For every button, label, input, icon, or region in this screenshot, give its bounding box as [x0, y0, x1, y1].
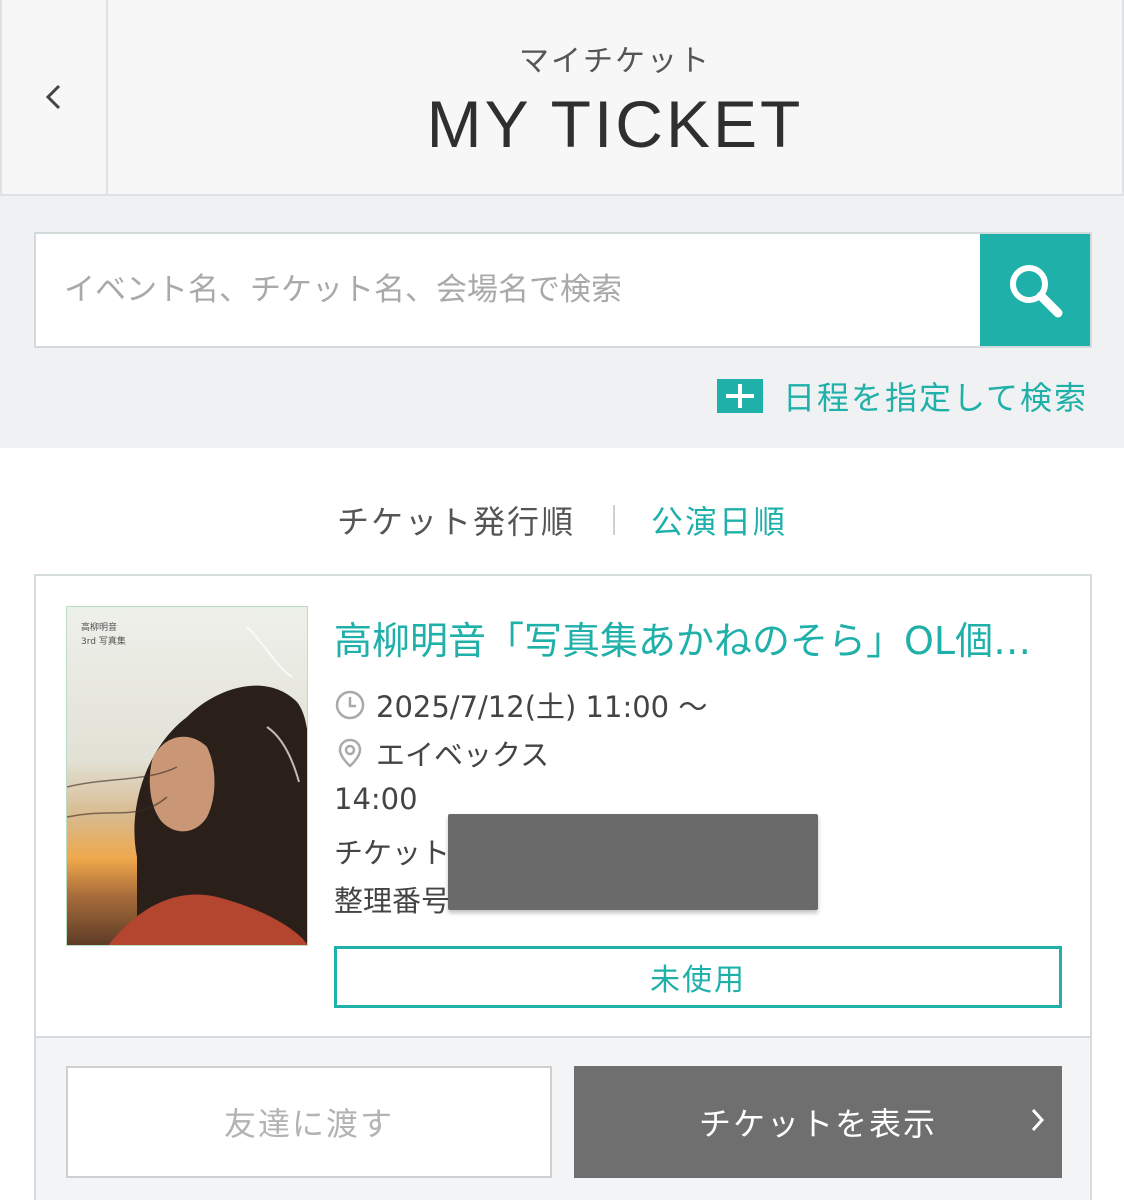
cover-photo — [67, 607, 307, 945]
time-slot: 14:00 — [334, 782, 418, 816]
cover-caption: 高柳明音 3rd 写真集 — [81, 621, 126, 649]
show-ticket-button[interactable]: チケットを表示 — [574, 1066, 1062, 1178]
ticket-card: 高柳明音 3rd 写真集 高柳明音「写真集あかねのそら」OL個別お話し会 202… — [34, 574, 1092, 1200]
cover-caption-line1: 高柳明音 — [81, 623, 118, 633]
back-button[interactable] — [2, 0, 108, 194]
search-button[interactable] — [980, 234, 1090, 346]
page-subtitle: マイチケット — [519, 44, 711, 79]
venue-row: エイベックス — [334, 732, 549, 774]
date-search-link[interactable]: 日程を指定して検索 — [716, 374, 1088, 418]
header: マイチケット MY TICKET — [0, 0, 1124, 196]
page-title: MY TICKET — [426, 87, 804, 161]
event-datetime: 2025/7/12(土) 11:00 〜 — [376, 690, 708, 724]
chevron-right-icon — [1031, 1108, 1045, 1132]
ticket-cover-image[interactable]: 高柳明音 3rd 写真集 — [66, 606, 308, 946]
search-input[interactable] — [36, 234, 980, 346]
sort-tabs: チケット発行順 公演日順 — [0, 490, 1124, 550]
ticket-label: チケット — [334, 836, 451, 870]
tab-show-date-order[interactable]: 公演日順 — [651, 497, 787, 543]
clock-icon — [335, 690, 365, 720]
ticket-title[interactable]: 高柳明音「写真集あかねのそら」OL個別お話し会 — [334, 610, 1064, 665]
status-badge: 未使用 — [334, 946, 1062, 1008]
search-box — [34, 232, 1092, 348]
tab-divider — [613, 505, 615, 535]
chevron-left-icon — [45, 84, 61, 110]
datetime-row: 2025/7/12(土) 11:00 〜 — [334, 684, 707, 726]
event-venue: エイベックス — [376, 738, 550, 772]
ticket-actions: 友達に渡す チケットを表示 — [36, 1036, 1090, 1200]
plus-icon — [716, 379, 763, 413]
tab-issue-order[interactable]: チケット発行順 — [337, 497, 575, 543]
location-pin-icon — [338, 738, 362, 768]
number-label: 整理番号 — [334, 884, 451, 918]
cover-caption-line2: 3rd 写真集 — [81, 637, 126, 647]
transfer-to-friend-button[interactable]: 友達に渡す — [66, 1066, 552, 1178]
ticket-card-body: 高柳明音 3rd 写真集 高柳明音「写真集あかねのそら」OL個別お話し会 202… — [36, 576, 1090, 1036]
show-ticket-label: チケットを表示 — [698, 1105, 937, 1143]
search-area: 日程を指定して検索 — [0, 196, 1124, 448]
date-search-label: 日程を指定して検索 — [782, 379, 1088, 417]
my-ticket-screen: マイチケット MY TICKET 日程を指定して検索 チケット発行順 公演日順 — [0, 0, 1124, 1200]
search-icon — [1010, 265, 1063, 318]
redaction-block — [448, 814, 818, 910]
